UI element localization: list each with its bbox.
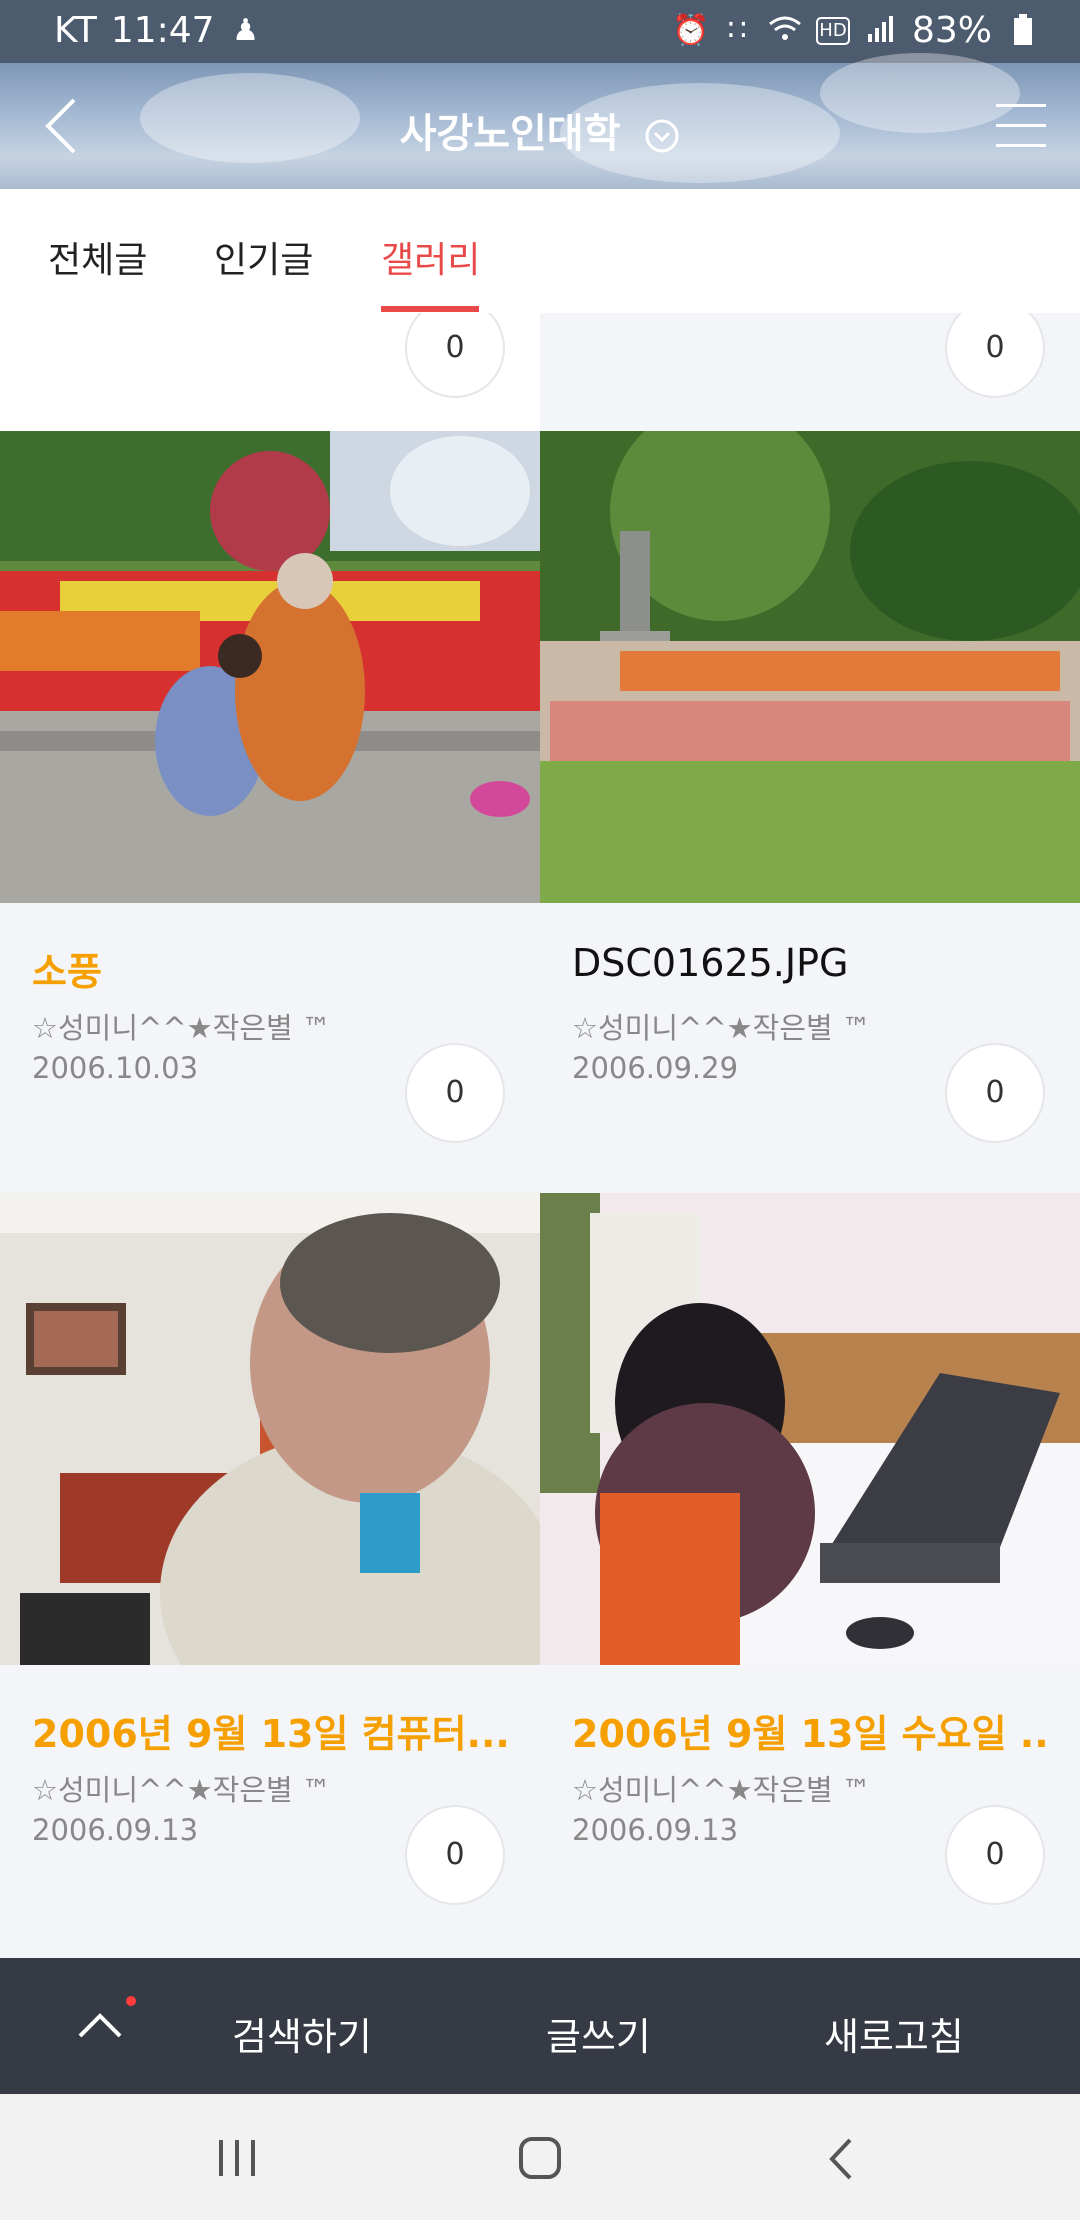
gallery-photo-group[interactable] [540,431,1080,903]
post-author: ☆성미니^^★작은별 ™ [572,1011,871,1045]
comment-count-badge: 0 [945,1805,1045,1905]
post-title: DSC01625.JPG [572,941,849,985]
signal-icon [864,14,898,48]
refresh-button[interactable]: 새로고침 [824,2006,964,2061]
wifi-icon [768,14,802,48]
recent-apps-button[interactable] [207,2134,267,2184]
post-author: ☆성미니^^★작은별 ™ [572,1773,871,1807]
post-date: 2006.10.03 [32,1051,199,1085]
page-title-text: 사강노인대학 [399,111,621,157]
nav-back-button[interactable] [812,2134,872,2184]
system-nav-bar [0,2094,1080,2220]
tab-all-posts[interactable]: 전체글 [48,231,147,283]
hd-icon: HD [815,16,850,45]
bluetooth-icon: ∷ [727,12,747,48]
tab-popular-posts[interactable]: 인기글 [214,231,313,283]
bottom-action-bar: 검색하기 글쓰기 새로고침 [0,1958,1080,2094]
gallery-item-partial-left[interactable]: 0 [0,313,540,431]
gallery-grid: 0 0 소풍 ☆성미니^^★작은별 ™ 2006.10.03 0 DSC0162… [0,313,1080,1958]
comment-count-badge: 0 [405,1805,505,1905]
clock: 11:47 [110,10,215,51]
post-author: ☆성미니^^★작은별 ™ [32,1011,331,1045]
gallery-item-info[interactable]: DSC01625.JPG ☆성미니^^★작은별 ™ 2006.09.29 0 [540,903,1080,1193]
gallery-item-partial-right[interactable]: 0 [540,313,1080,431]
menu-button[interactable] [992,100,1050,152]
gallery-photo-computer-class[interactable] [0,1193,540,1665]
gallery-item-info[interactable]: 소풍 ☆성미니^^★작은별 ™ 2006.10.03 0 [0,903,540,1193]
app-header: 사강노인대학 [0,53,1080,189]
comment-count-badge: 0 [945,313,1045,398]
scroll-up-icon [78,2013,122,2038]
photo-image [540,1193,1080,1665]
carrier-label: KT [54,10,97,51]
home-button[interactable] [510,2134,570,2184]
search-button[interactable]: 검색하기 [232,2006,372,2061]
battery-icon [1006,13,1040,48]
tab-gallery[interactable]: 갤러리 [381,231,480,283]
gallery-photo-laptop[interactable] [540,1193,1080,1665]
scroll-up-button[interactable] [70,1996,130,2056]
photo-image [0,1193,540,1665]
active-tab-indicator [381,306,479,312]
comment-count-badge: 0 [405,1043,505,1143]
back-icon [829,2138,852,2180]
page-title[interactable]: 사강노인대학 [0,101,1080,159]
photo-image [0,431,540,903]
recent-apps-icon [219,2140,255,2176]
person-icon: ♟ [232,12,260,48]
post-author: ☆성미니^^★작은별 ™ [32,1773,331,1807]
hamburger-menu-icon [996,104,1046,147]
post-title: 소풍 [32,950,102,994]
post-date: 2006.09.29 [572,1051,739,1085]
post-title: 2006년 9월 13일 수요일 ... [572,1712,1052,1756]
notification-dot [126,1996,136,2006]
battery-percent: 83% [911,10,992,51]
tab-bar: 전체글 인기글 갤러리 [0,189,1080,315]
comment-count-badge: 0 [405,313,505,398]
post-date: 2006.09.13 [32,1813,199,1847]
write-button[interactable]: 글쓰기 [546,2006,651,2061]
post-title: 2006년 9월 13일 컴퓨터... [32,1712,510,1756]
alarm-icon: ⏰ [671,12,710,48]
post-date: 2006.09.13 [572,1813,739,1847]
chevron-down-icon [645,119,679,153]
gallery-item-info[interactable]: 2006년 9월 13일 수요일 ... ☆성미니^^★작은별 ™ 2006.0… [540,1665,1080,1958]
gallery-item-info[interactable]: 2006년 9월 13일 컴퓨터... ☆성미니^^★작은별 ™ 2006.09… [0,1665,540,1958]
comment-count-badge: 0 [945,1043,1045,1143]
photo-image [540,431,1080,903]
gallery-photo-picnic[interactable] [0,431,540,903]
home-icon [519,2137,561,2179]
